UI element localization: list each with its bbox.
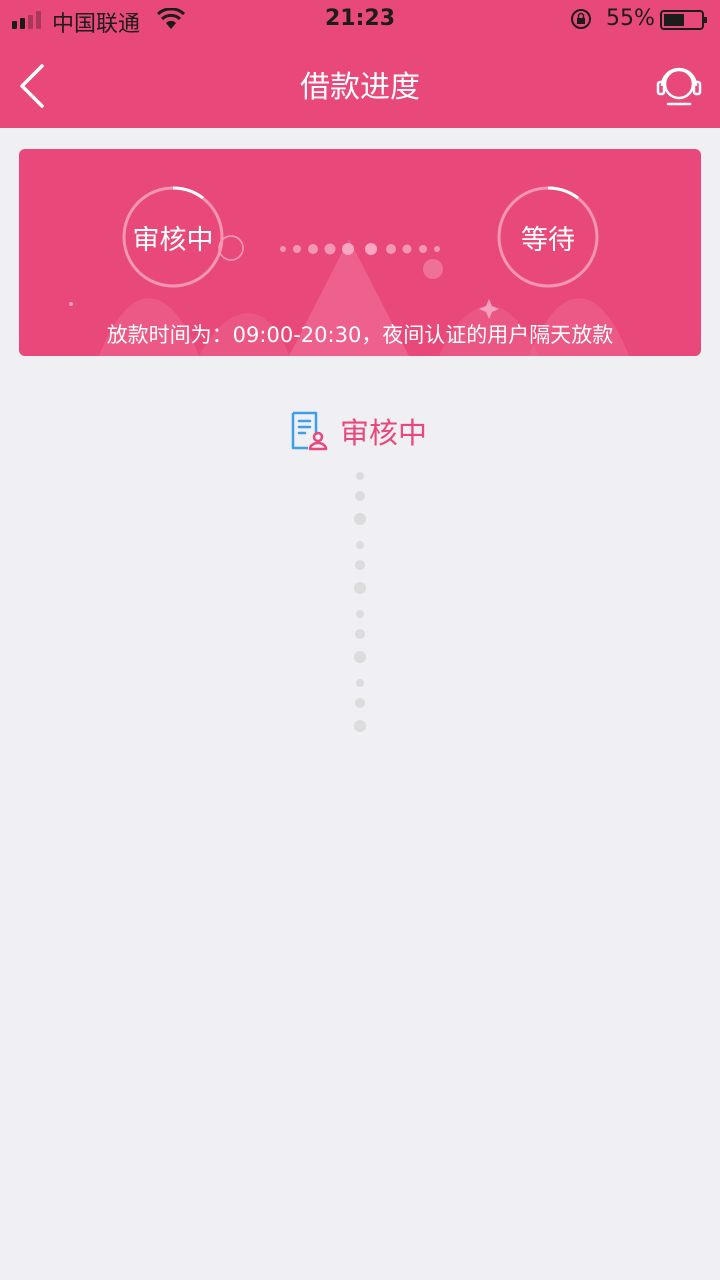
- stage-connector-dots: [280, 243, 440, 255]
- current-status: 审核中: [290, 410, 427, 452]
- page-title: 借款进度: [300, 70, 420, 105]
- battery-percentage: 55%: [606, 6, 655, 31]
- document-user-icon: [291, 411, 328, 451]
- header: 中国联通 21:23 55% 借款进度: [0, 0, 720, 128]
- stage-waiting: 等待: [496, 185, 600, 289]
- stage-reviewing: 审核中: [121, 185, 225, 289]
- rotation-lock-icon: [571, 9, 591, 29]
- headset-icon[interactable]: [656, 62, 702, 108]
- nav-bar: 借款进度: [0, 40, 720, 128]
- progress-banner: 审核中 等待 放款时间为：09:00-20:30，夜间认证的用户隔天放款: [19, 149, 701, 356]
- vertical-progress-dots: [354, 472, 366, 732]
- current-status-label: 审核中: [340, 416, 428, 450]
- status-bar: 中国联通 21:23 55%: [0, 0, 720, 40]
- payout-notice: 放款时间为：09:00-20:30，夜间认证的用户隔天放款: [106, 323, 614, 347]
- battery-icon: [660, 10, 707, 30]
